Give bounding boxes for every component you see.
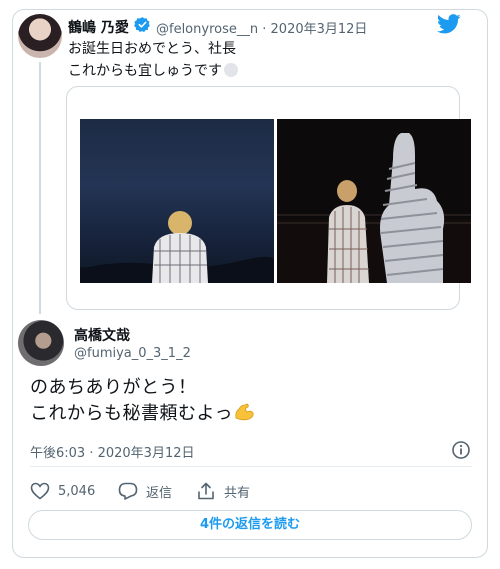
read-replies-button[interactable]: 4件の返信を読む (28, 510, 472, 540)
tweet-meta: @felonyrose__n · 2020年3月12日 (156, 18, 367, 37)
author-handle[interactable]: @felonyrose__n (156, 22, 258, 37)
tweet-text-body: お誕生日おめでとう、社長 これからも宜しゅうです (68, 41, 236, 79)
tweet-date[interactable]: 2020年3月12日 (271, 22, 368, 37)
like-button[interactable]: 5,046 (30, 480, 95, 502)
tweet-text: お誕生日おめでとう、社長 これからも宜しゅうです (68, 38, 238, 82)
author-handle[interactable]: @fumiya_0_3_1_2 (74, 346, 191, 361)
reply-bubble-icon (118, 482, 138, 500)
thread-connector-line (39, 62, 41, 314)
photo-left[interactable] (80, 119, 274, 283)
emoji-icon (224, 63, 238, 77)
flexed-biceps-icon (235, 403, 254, 421)
tweet-text-body: のあちありがとう！ これからも秘書頼むよっ (30, 377, 233, 424)
share-upload-icon (198, 482, 214, 500)
author-name[interactable]: 鶴嶋 乃愛 (68, 17, 129, 37)
avatar[interactable] (18, 14, 62, 58)
meta-separator: · (262, 22, 267, 37)
reply-button[interactable]: 返信 (118, 480, 172, 502)
heart-icon (30, 482, 50, 500)
tweet-timestamp[interactable]: 午後6:03 · 2020年3月12日 (30, 442, 195, 461)
like-count: 5,046 (58, 483, 96, 499)
share-label: 共有 (224, 485, 251, 501)
author-name[interactable]: 高橋文哉 (74, 325, 130, 345)
avatar[interactable] (18, 320, 64, 366)
twitter-logo-icon[interactable] (437, 14, 461, 34)
share-button[interactable]: 共有 (196, 480, 250, 502)
verified-badge-icon (134, 17, 150, 32)
photo-right[interactable] (277, 119, 471, 283)
divider (30, 466, 472, 467)
info-icon[interactable] (451, 440, 471, 460)
tweet-text: のあちありがとう！ これからも秘書頼むよっ (30, 375, 255, 427)
reply-label: 返信 (146, 485, 173, 501)
